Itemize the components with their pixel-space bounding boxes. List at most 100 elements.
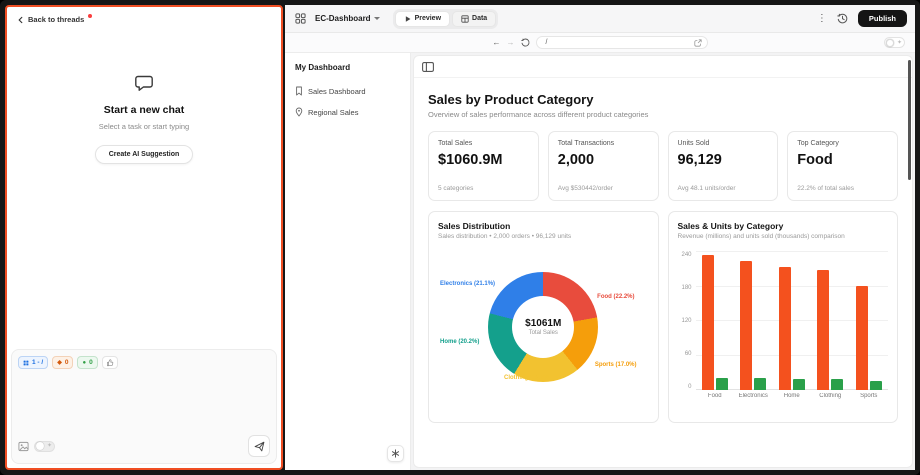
send-button[interactable]: [248, 435, 270, 457]
chat-panel: Back to threads Start a new chat Select …: [5, 5, 283, 470]
toolbar-right: ⋮ Publish: [817, 10, 907, 27]
dot-icon: ●: [82, 360, 86, 366]
stat-label: Units Sold: [678, 140, 769, 147]
sidebar-item-label: Sales Dashboard: [308, 87, 366, 96]
sparkle-icon: ✦: [897, 40, 902, 46]
sidebar-title: My Dashboard: [295, 63, 400, 72]
sparkle-icon: ✦: [47, 443, 52, 449]
stat-card-units-sold: Units Sold 96,129 Avg 48.1 units/order: [668, 131, 779, 201]
chat-bottom-row: ✦: [18, 435, 270, 457]
chart-subtitle: Sales distribution • 2,000 orders • 96,1…: [438, 233, 649, 240]
ai-mode-toggle[interactable]: ✦: [34, 441, 55, 452]
stat-label: Total Transactions: [558, 140, 649, 147]
success-badge[interactable]: ● 0: [77, 356, 97, 369]
map-pin-icon: [295, 107, 303, 117]
thumbs-up-icon: [106, 359, 114, 367]
bar-revenue-clothing: [817, 270, 829, 390]
context-badge-label: 1 - /: [32, 359, 43, 366]
widgets-button[interactable]: [387, 445, 404, 462]
x-tick-label: Food: [696, 393, 735, 399]
main-area: EC-Dashboard Preview Data ⋮ Publish: [285, 5, 915, 470]
stat-foot: 22.2% of total sales: [797, 185, 888, 192]
nav-back-icon[interactable]: ←: [493, 39, 501, 47]
notification-dot: [88, 14, 92, 18]
back-to-threads[interactable]: Back to threads: [7, 7, 281, 32]
y-tick-label: 120: [681, 318, 691, 324]
success-count: 0: [89, 359, 93, 366]
project-switcher[interactable]: EC-Dashboard: [315, 14, 380, 23]
preview-label: Preview: [415, 15, 441, 22]
chevron-down-icon: [374, 17, 380, 20]
publish-button[interactable]: Publish: [858, 10, 907, 27]
bar-revenue-sports: [856, 286, 868, 390]
image-attach-icon[interactable]: [18, 441, 29, 452]
bar-group-food: [696, 252, 735, 390]
chart-cards: Sales Distribution Sales distribution • …: [428, 211, 898, 423]
bar-units-food: [716, 378, 728, 390]
history-icon[interactable]: [835, 11, 850, 26]
bar-group-sports: [850, 252, 889, 390]
bar-group-clothing: [811, 252, 850, 390]
x-tick-label: Clothing: [811, 393, 850, 399]
view-segmented-control: Preview Data: [393, 9, 499, 29]
stat-foot: Avg $530442/order: [558, 185, 649, 192]
nav-group: ← → /: [493, 36, 708, 49]
warning-count: 0: [65, 359, 69, 366]
chevron-left-icon: [17, 16, 24, 24]
project-name: EC-Dashboard: [315, 14, 371, 23]
more-menu-icon[interactable]: ⋮: [817, 14, 827, 24]
page-subtitle: Overview of sales performance across dif…: [428, 110, 898, 119]
dashboard-body: Sales by Product Category Overview of sa…: [414, 78, 912, 467]
donut-slice-label: Home (20.2%): [440, 339, 479, 345]
x-tick-label: Sports: [850, 393, 889, 399]
bar-group-home: [773, 252, 812, 390]
scrollbar-thumb[interactable]: [908, 60, 911, 180]
external-link-icon[interactable]: [694, 39, 702, 47]
chart-subtitle: Revenue (millions) and units sold (thous…: [678, 233, 889, 240]
warning-badge[interactable]: ◆ 0: [52, 356, 73, 369]
grid-icon: [23, 360, 29, 366]
dashboard-sidebar: My Dashboard Sales Dashboard Regional Sa…: [285, 53, 411, 470]
bar-group-electronics: [734, 252, 773, 390]
refresh-icon[interactable]: [521, 38, 530, 47]
chat-empty-state: Start a new chat Select a task or start …: [7, 74, 281, 164]
content-area: My Dashboard Sales Dashboard Regional Sa…: [285, 53, 915, 470]
x-tick-label: Home: [773, 393, 812, 399]
canvas-toolbar: [414, 56, 912, 78]
stat-value: 2,000: [558, 152, 649, 168]
sidebar-item-label: Regional Sales: [308, 108, 358, 117]
back-label: Back to threads: [28, 15, 84, 24]
data-tab[interactable]: Data: [452, 11, 496, 27]
panel-left-icon[interactable]: [422, 62, 434, 72]
apps-grid-icon[interactable]: [293, 11, 308, 26]
stat-label: Total Sales: [438, 140, 529, 147]
bookmark-icon: [295, 86, 303, 96]
donut-slice-label: Sports (17.0%): [595, 362, 637, 368]
preview-tab[interactable]: Preview: [395, 11, 450, 27]
url-bar[interactable]: /: [536, 36, 708, 49]
stat-card-top-category: Top Category Food 22.2% of total sales: [787, 131, 898, 201]
chart-title: Sales Distribution: [438, 221, 649, 231]
context-badge[interactable]: 1 - /: [18, 356, 48, 369]
paper-plane-icon: [254, 441, 265, 452]
donut-center-value: $1061M: [525, 318, 561, 329]
donut-center: $1061M Total Sales: [512, 296, 574, 358]
url-path: /: [546, 39, 548, 46]
stat-foot: 5 categories: [438, 185, 529, 192]
data-label: Data: [472, 15, 487, 22]
nav-forward-icon[interactable]: →: [507, 39, 515, 47]
chat-text-input[interactable]: [18, 369, 270, 435]
preview-navbar: ← → / ✦: [285, 33, 915, 53]
like-badge[interactable]: [102, 356, 118, 369]
sidebar-item-regional-sales[interactable]: Regional Sales: [295, 107, 400, 117]
bar-revenue-home: [779, 267, 791, 390]
bar-revenue-food: [702, 255, 714, 390]
bar-plot: [696, 252, 889, 390]
chat-input-box: 1 - / ◆ 0 ● 0: [11, 349, 277, 464]
create-ai-suggestion-button[interactable]: Create AI Suggestion: [95, 145, 194, 164]
canvas-wrap: Sales by Product Category Overview of sa…: [411, 53, 915, 470]
sidebar-item-sales-dashboard[interactable]: Sales Dashboard: [295, 86, 400, 96]
chat-empty-title: Start a new chat: [104, 104, 185, 116]
donut-slice-label: Clothing (19.6%): [504, 375, 551, 381]
theme-toggle[interactable]: ✦: [884, 37, 905, 48]
